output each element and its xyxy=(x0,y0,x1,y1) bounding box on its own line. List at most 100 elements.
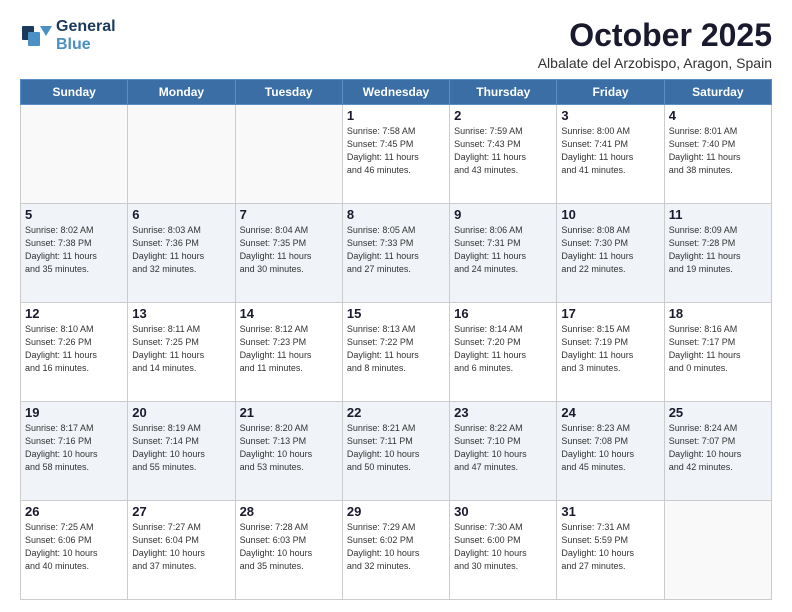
calendar-cell xyxy=(21,105,128,204)
day-number: 22 xyxy=(347,405,445,420)
day-info: Sunrise: 8:03 AM Sunset: 7:36 PM Dayligh… xyxy=(132,224,230,276)
day-info: Sunrise: 8:04 AM Sunset: 7:35 PM Dayligh… xyxy=(240,224,338,276)
day-number: 20 xyxy=(132,405,230,420)
day-number: 18 xyxy=(669,306,767,321)
day-info: Sunrise: 8:10 AM Sunset: 7:26 PM Dayligh… xyxy=(25,323,123,375)
logo-icon xyxy=(20,22,52,50)
calendar-cell: 7 Sunrise: 8:04 AM Sunset: 7:35 PM Daylig… xyxy=(235,204,342,303)
day-number: 31 xyxy=(561,504,659,519)
day-number: 30 xyxy=(454,504,552,519)
calendar-cell: 20Sunrise: 8:19 AM Sunset: 7:14 PM Dayli… xyxy=(128,402,235,501)
day-info: Sunrise: 8:09 AM Sunset: 7:28 PM Dayligh… xyxy=(669,224,767,276)
day-info: Sunrise: 8:02 AM Sunset: 7:38 PM Dayligh… xyxy=(25,224,123,276)
day-number: 21 xyxy=(240,405,338,420)
day-number: 25 xyxy=(669,405,767,420)
day-number: 24 xyxy=(561,405,659,420)
header-sunday: Sunday xyxy=(21,80,128,105)
day-number: 5 xyxy=(25,207,123,222)
calendar-cell: 17 Sunrise: 8:15 AM Sunset: 7:19 PM Dayli… xyxy=(557,303,664,402)
calendar-cell: 21 Sunrise: 8:20 AM Sunset: 7:13 PM Dayli… xyxy=(235,402,342,501)
day-info: Sunrise: 8:05 AM Sunset: 7:33 PM Dayligh… xyxy=(347,224,445,276)
day-number: 29 xyxy=(347,504,445,519)
calendar-cell: 26 Sunrise: 7:25 AM Sunset: 6:06 PM Dayli… xyxy=(21,501,128,600)
day-info: Sunrise: 7:30 AM Sunset: 6:00 PM Dayligh… xyxy=(454,521,552,573)
day-info: Sunrise: 7:58 AM Sunset: 7:45 PM Dayligh… xyxy=(347,125,445,177)
header-thursday: Thursday xyxy=(450,80,557,105)
day-info: Sunrise: 8:15 AM Sunset: 7:19 PM Dayligh… xyxy=(561,323,659,375)
day-number: 1 xyxy=(347,108,445,123)
logo-general: General xyxy=(56,18,116,36)
logo: General Blue xyxy=(20,18,116,53)
day-info: Sunrise: 7:28 AM Sunset: 6:03 PM Dayligh… xyxy=(240,521,338,573)
header-monday: Monday xyxy=(128,80,235,105)
day-number: 23 xyxy=(454,405,552,420)
day-number: 8 xyxy=(347,207,445,222)
day-info: Sunrise: 7:59 AM Sunset: 7:43 PM Dayligh… xyxy=(454,125,552,177)
day-info: Sunrise: 8:14 AM Sunset: 7:20 PM Dayligh… xyxy=(454,323,552,375)
day-number: 4 xyxy=(669,108,767,123)
day-info: Sunrise: 8:22 AM Sunset: 7:10 PM Dayligh… xyxy=(454,422,552,474)
day-number: 6 xyxy=(132,207,230,222)
day-info: Sunrise: 8:24 AM Sunset: 7:07 PM Dayligh… xyxy=(669,422,767,474)
day-info: Sunrise: 7:27 AM Sunset: 6:04 PM Dayligh… xyxy=(132,521,230,573)
day-info: Sunrise: 8:20 AM Sunset: 7:13 PM Dayligh… xyxy=(240,422,338,474)
calendar-cell: 27Sunrise: 7:27 AM Sunset: 6:04 PM Dayli… xyxy=(128,501,235,600)
day-number: 9 xyxy=(454,207,552,222)
calendar-cell: 3Sunrise: 8:00 AM Sunset: 7:41 PM Daylig… xyxy=(557,105,664,204)
day-info: Sunrise: 7:29 AM Sunset: 6:02 PM Dayligh… xyxy=(347,521,445,573)
calendar-cell: 6 Sunrise: 8:03 AM Sunset: 7:36 PM Daylig… xyxy=(128,204,235,303)
calendar-cell xyxy=(664,501,771,600)
day-info: Sunrise: 8:00 AM Sunset: 7:41 PM Dayligh… xyxy=(561,125,659,177)
header-friday: Friday xyxy=(557,80,664,105)
calendar-page: General Blue October 2025 Albalate del A… xyxy=(0,0,792,612)
calendar-cell: 19 Sunrise: 8:17 AM Sunset: 7:16 PM Dayli… xyxy=(21,402,128,501)
calendar-cell xyxy=(235,105,342,204)
day-number: 26 xyxy=(25,504,123,519)
calendar-cell: 24Sunrise: 8:23 AM Sunset: 7:08 PM Dayli… xyxy=(557,402,664,501)
day-info: Sunrise: 8:11 AM Sunset: 7:25 PM Dayligh… xyxy=(132,323,230,375)
day-info: Sunrise: 8:17 AM Sunset: 7:16 PM Dayligh… xyxy=(25,422,123,474)
calendar-cell: 14Sunrise: 8:12 AM Sunset: 7:23 PM Dayli… xyxy=(235,303,342,402)
header-saturday: Saturday xyxy=(664,80,771,105)
day-info: Sunrise: 8:08 AM Sunset: 7:30 PM Dayligh… xyxy=(561,224,659,276)
day-number: 16 xyxy=(454,306,552,321)
calendar-cell: 18 Sunrise: 8:16 AM Sunset: 7:17 PM Dayli… xyxy=(664,303,771,402)
title-block: October 2025 Albalate del Arzobispo, Ara… xyxy=(538,18,772,71)
day-info: Sunrise: 8:01 AM Sunset: 7:40 PM Dayligh… xyxy=(669,125,767,177)
header-wednesday: Wednesday xyxy=(342,80,449,105)
day-number: 11 xyxy=(669,207,767,222)
calendar-cell: 10 Sunrise: 8:08 AM Sunset: 7:30 PM Dayli… xyxy=(557,204,664,303)
calendar-cell: 29 Sunrise: 7:29 AM Sunset: 6:02 PM Dayli… xyxy=(342,501,449,600)
header-tuesday: Tuesday xyxy=(235,80,342,105)
logo-blue: Blue xyxy=(56,36,116,54)
day-number: 28 xyxy=(240,504,338,519)
calendar-cell: 28 Sunrise: 7:28 AM Sunset: 6:03 PM Dayli… xyxy=(235,501,342,600)
calendar-cell: 11 Sunrise: 8:09 AM Sunset: 7:28 PM Dayli… xyxy=(664,204,771,303)
calendar-cell: 12 Sunrise: 8:10 AM Sunset: 7:26 PM Dayli… xyxy=(21,303,128,402)
day-number: 7 xyxy=(240,207,338,222)
calendar-cell: 15 Sunrise: 8:13 AM Sunset: 7:22 PM Dayli… xyxy=(342,303,449,402)
calendar-cell: 2Sunrise: 7:59 AM Sunset: 7:43 PM Daylig… xyxy=(450,105,557,204)
day-number: 12 xyxy=(25,306,123,321)
day-info: Sunrise: 7:31 AM Sunset: 5:59 PM Dayligh… xyxy=(561,521,659,573)
day-info: Sunrise: 8:13 AM Sunset: 7:22 PM Dayligh… xyxy=(347,323,445,375)
day-info: Sunrise: 8:21 AM Sunset: 7:11 PM Dayligh… xyxy=(347,422,445,474)
calendar-cell: 13 Sunrise: 8:11 AM Sunset: 7:25 PM Dayli… xyxy=(128,303,235,402)
calendar-cell: 25 Sunrise: 8:24 AM Sunset: 7:07 PM Dayli… xyxy=(664,402,771,501)
calendar-cell xyxy=(128,105,235,204)
calendar-cell: 4 Sunrise: 8:01 AM Sunset: 7:40 PM Daylig… xyxy=(664,105,771,204)
day-number: 15 xyxy=(347,306,445,321)
calendar-cell: 31 Sunrise: 7:31 AM Sunset: 5:59 PM Dayli… xyxy=(557,501,664,600)
month-title: October 2025 xyxy=(538,18,772,53)
day-info: Sunrise: 8:16 AM Sunset: 7:17 PM Dayligh… xyxy=(669,323,767,375)
calendar-cell: 30 Sunrise: 7:30 AM Sunset: 6:00 PM Dayli… xyxy=(450,501,557,600)
calendar-cell: 22 Sunrise: 8:21 AM Sunset: 7:11 PM Dayli… xyxy=(342,402,449,501)
day-number: 19 xyxy=(25,405,123,420)
location: Albalate del Arzobispo, Aragon, Spain xyxy=(538,55,772,71)
day-number: 13 xyxy=(132,306,230,321)
day-info: Sunrise: 8:06 AM Sunset: 7:31 PM Dayligh… xyxy=(454,224,552,276)
day-info: Sunrise: 7:25 AM Sunset: 6:06 PM Dayligh… xyxy=(25,521,123,573)
calendar-table: Sunday Monday Tuesday Wednesday Thursday… xyxy=(20,79,772,600)
day-number: 17 xyxy=(561,306,659,321)
day-number: 10 xyxy=(561,207,659,222)
